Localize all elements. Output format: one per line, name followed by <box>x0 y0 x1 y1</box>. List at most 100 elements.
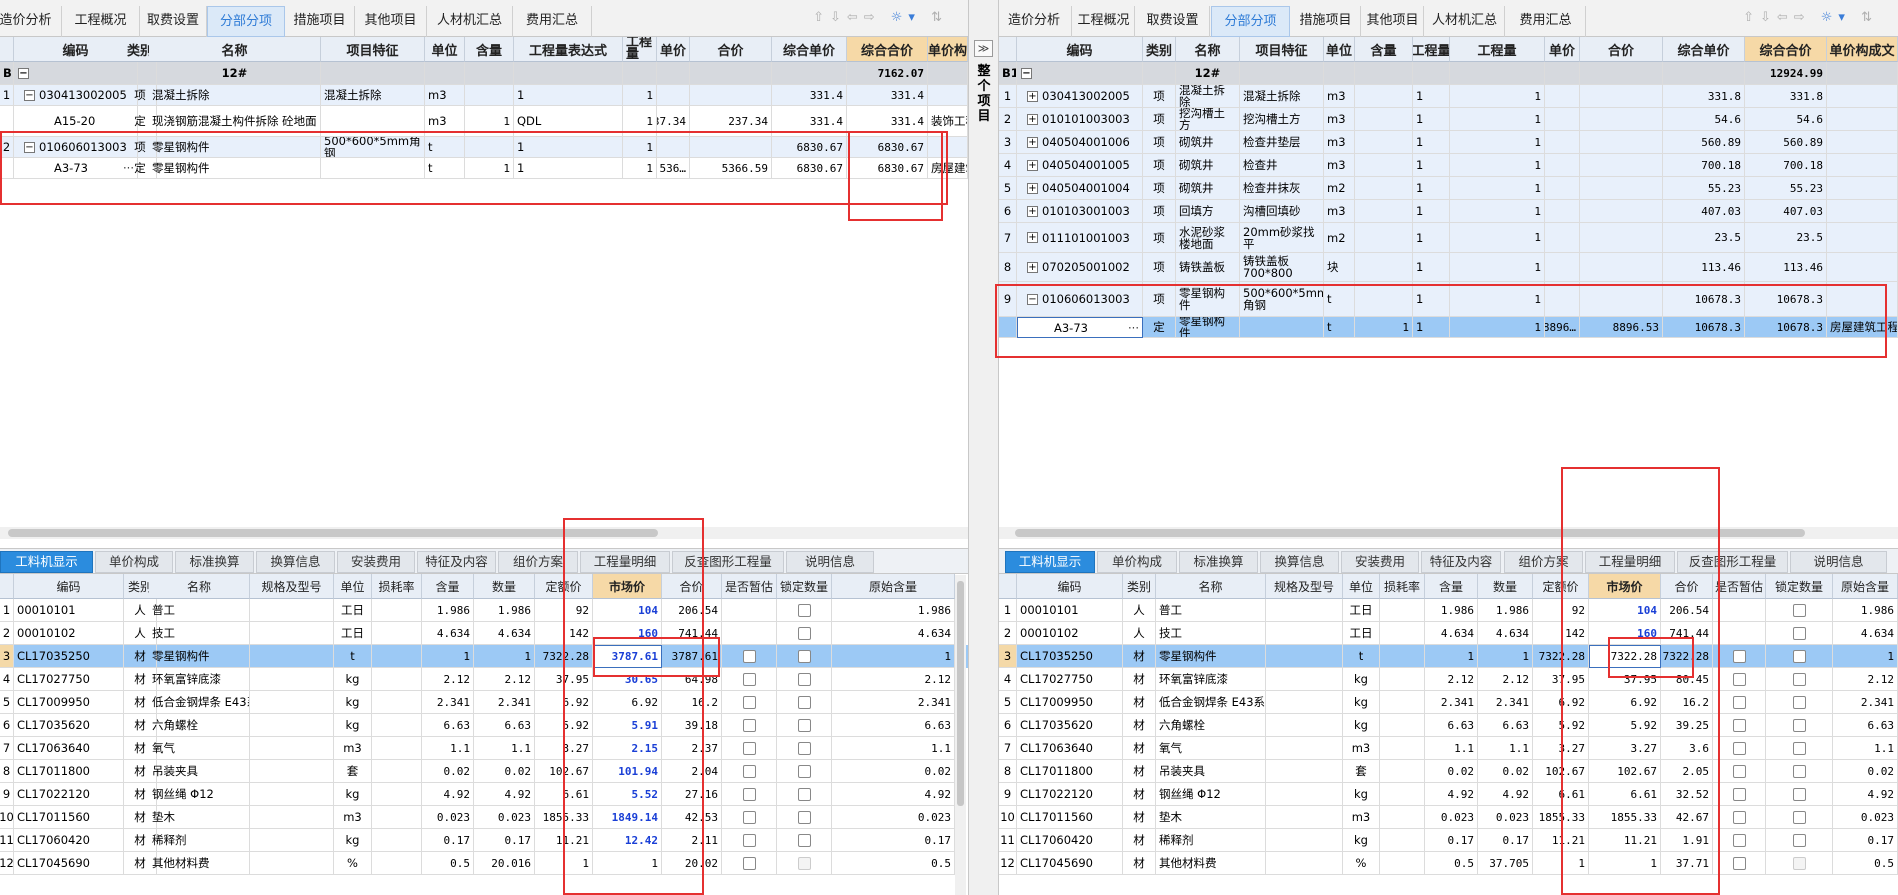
expand-icon[interactable]: + <box>1027 113 1038 125</box>
left-cell-expr[interactable] <box>514 62 623 85</box>
right-cell-extra[interactable] <box>1827 177 1898 200</box>
left-cell-price[interactable]: 237.34 <box>657 106 690 137</box>
left-cell-lock[interactable] <box>777 829 832 852</box>
right-cell-name[interactable]: 12# <box>1176 62 1240 85</box>
right-res-col-header-12[interactable]: 是否暂估 <box>1713 574 1766 599</box>
left-cell-temp[interactable] <box>722 806 777 829</box>
checkbox[interactable] <box>742 856 756 870</box>
right-cell-expr[interactable]: 1 <box>1413 223 1450 253</box>
right-cell-idx[interactable]: 9 <box>999 282 1017 317</box>
left-cell-price[interactable] <box>657 137 690 158</box>
right-resource-row[interactable]: 3 CL17035250 材零星钢构件 t 1 1 7322.28 7322.28 7322.2… <box>999 645 1898 668</box>
expand-pane-button[interactable]: ≫ <box>974 40 993 57</box>
settings-icon[interactable]: ☼▾ <box>1821 10 1851 25</box>
right-cell-expr[interactable]: 1 <box>1413 282 1450 317</box>
right-cell-total[interactable]: 8896.53 <box>1580 317 1663 338</box>
checkbox[interactable] <box>742 695 756 709</box>
left-cell-market[interactable]: 5.91 <box>593 714 662 737</box>
right-res-col-header-13[interactable]: 锁定数量 <box>1766 574 1833 599</box>
right-cell-unit[interactable]: m3 <box>1324 131 1355 154</box>
expand-icon[interactable]: + <box>1027 159 1038 171</box>
right-col-header-4[interactable]: 项目特征 <box>1240 37 1324 62</box>
right-cell-code[interactable]: +010103001003 <box>1017 200 1143 223</box>
right-cell-idx[interactable]: 1 <box>999 85 1017 108</box>
bottom-tab-right-3[interactable]: 换算信息 <box>1260 551 1339 573</box>
left-cell-lock[interactable] <box>777 622 832 645</box>
left-resource-row[interactable]: 1 00010101 人普工 工日 1.986 1.986 92 104 206.54 1.986 <box>0 599 968 622</box>
left-cell-code[interactable]: A15-20 <box>14 106 138 137</box>
left-cell-feature[interactable] <box>321 106 425 137</box>
left-cell-market[interactable]: 5.52 <box>593 783 662 806</box>
tab-right-4[interactable]: 措施项目 <box>1291 6 1361 37</box>
left-cell-total[interactable] <box>690 137 772 158</box>
right-cell-comp_total[interactable]: 10678.3 <box>1745 282 1827 317</box>
right-cell-type[interactable]: 定 <box>1143 317 1176 338</box>
left-col-header-6[interactable]: 含量 <box>465 37 514 62</box>
right-cell-qty[interactable]: 1 <box>1450 253 1545 282</box>
right-cell-total[interactable] <box>1580 253 1663 282</box>
right-resource-row[interactable]: 5 CL17009950 材低合金钢焊条 E43系列 kg 2.341 2.341 6.92… <box>999 691 1898 714</box>
left-cell-idx[interactable]: 2 <box>0 137 14 158</box>
right-cell-comp_total[interactable]: 12924.99 <box>1745 62 1827 85</box>
right-cell-feature[interactable]: 混凝土拆除 <box>1240 85 1324 108</box>
right-cell-code[interactable]: +070205001002 <box>1017 253 1143 282</box>
right-cell-expr[interactable]: 1 <box>1413 108 1450 131</box>
left-cell-comp_total[interactable]: 331.4 <box>847 106 928 137</box>
bottom-tab-left-8[interactable]: 反查图形工程量 <box>672 551 784 573</box>
right-cell-temp[interactable] <box>1713 645 1766 668</box>
right-cell-name[interactable]: 回填方 <box>1176 200 1240 223</box>
checkbox[interactable] <box>797 787 811 801</box>
left-cell-lock[interactable] <box>777 599 832 622</box>
right-col-header-5[interactable]: 单位 <box>1324 37 1355 62</box>
tab-left-7[interactable]: 费用汇总 <box>513 6 592 37</box>
left-cell-lock[interactable] <box>777 852 832 875</box>
right-item-row[interactable]: 8 +070205001002 项铸铁盖板 铸铁盖板700*800 块 1 1 113.46 1… <box>999 253 1898 282</box>
left-cell-qty_ratio[interactable] <box>465 85 514 106</box>
left-cell-temp[interactable] <box>722 668 777 691</box>
left-res-col-header-7[interactable]: 含量 <box>422 574 474 599</box>
tab-right-3[interactable]: 分部分项 <box>1211 6 1290 37</box>
collapse-icon[interactable]: − <box>24 141 35 153</box>
checkbox[interactable] <box>742 787 756 801</box>
bottom-tab-right-9[interactable]: 说明信息 <box>1790 551 1887 573</box>
right-resource-row[interactable]: 11 CL17060420 材稀释剂 kg 0.17 0.17 11.21 11.21 1.91… <box>999 829 1898 852</box>
left-col-header-1[interactable]: 编码 <box>14 37 138 62</box>
right-cell-lock[interactable] <box>1766 622 1833 645</box>
right-cell-qty[interactable]: 1 <box>1450 223 1545 253</box>
right-item-row[interactable]: 2 +010101003003 项挖沟槽土方 挖沟槽土方 m3 1 1 54.6 54.6 <box>999 108 1898 131</box>
tab-left-3[interactable]: 分部分项 <box>207 6 285 37</box>
right-resource-row[interactable]: 2 00010102 人技工 工日 4.634 4.634 142 160 741.44 4.63… <box>999 622 1898 645</box>
right-item-row[interactable]: 6 +010103001003 项回填方 沟槽回填砂 m3 1 1 407.03 407.03 <box>999 200 1898 223</box>
left-col-header-11[interactable]: 综合单价 <box>772 37 847 62</box>
left-cell-idx[interactable] <box>0 158 14 179</box>
right-cell-temp[interactable] <box>1713 599 1766 622</box>
left-cell-market[interactable]: 1849.14 <box>593 806 662 829</box>
right-cell-ratio[interactable] <box>1355 253 1413 282</box>
right-cell-comp_price[interactable]: 23.5 <box>1663 223 1745 253</box>
right-cell-type[interactable]: 项 <box>1143 253 1176 282</box>
right-cell-market[interactable]: 3.27 <box>1589 737 1661 760</box>
right-cell-type[interactable]: 项 <box>1143 85 1176 108</box>
left-cell-comp_price[interactable]: 331.4 <box>772 85 847 106</box>
right-cell-price[interactable] <box>1545 200 1580 223</box>
right-cell-name[interactable]: 水泥砂浆楼地面 <box>1176 223 1240 253</box>
bottom-tab-left-6[interactable]: 组价方案 <box>498 551 578 573</box>
checkbox[interactable] <box>742 649 756 663</box>
right-cell-ratio[interactable] <box>1355 131 1413 154</box>
checkbox[interactable] <box>1792 695 1806 709</box>
right-cell-unit[interactable]: m2 <box>1324 223 1355 253</box>
left-cell-total[interactable] <box>690 62 772 85</box>
right-col-header-11[interactable]: 综合单价 <box>1663 37 1745 62</box>
right-cell-name[interactable]: 混凝土拆除 <box>1176 85 1240 108</box>
bottom-tab-left-1[interactable]: 单价构成 <box>95 551 173 573</box>
right-cell-qty[interactable]: 1 <box>1450 200 1545 223</box>
tab-right-1[interactable]: 工程概况 <box>1073 6 1135 37</box>
right-cell-market[interactable]: 5.92 <box>1589 714 1661 737</box>
right-col-header-3[interactable]: 名称 <box>1176 37 1240 62</box>
left-cell-temp[interactable] <box>722 645 777 668</box>
right-col-header-10[interactable]: 合价 <box>1580 37 1663 62</box>
left-res-col-header-1[interactable]: 编码 <box>14 574 124 599</box>
right-cell-ratio[interactable] <box>1355 108 1413 131</box>
checkbox[interactable] <box>797 810 811 824</box>
left-cell-temp[interactable] <box>722 714 777 737</box>
